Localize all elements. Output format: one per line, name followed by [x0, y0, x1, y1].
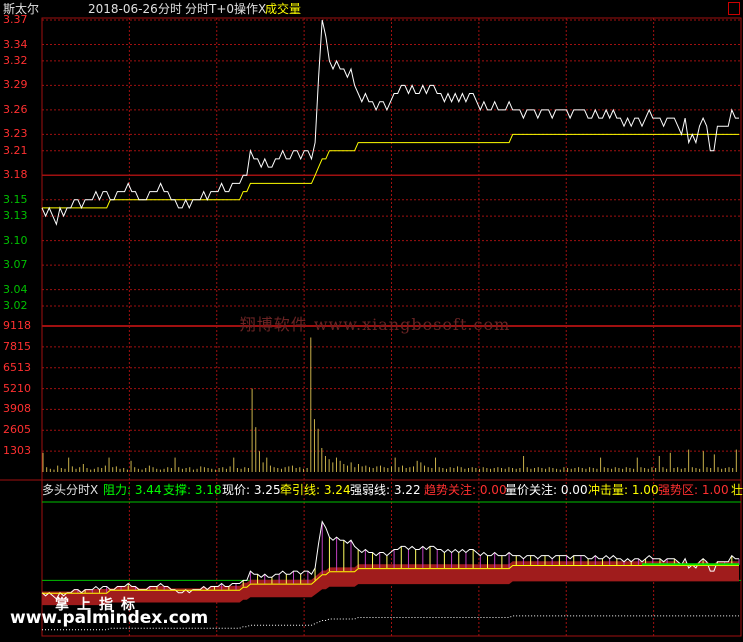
- price-tick-label: 3.02: [3, 299, 28, 312]
- support-value: 支撑: 3.18: [163, 483, 222, 497]
- price-tick-label: 3.29: [3, 78, 28, 92]
- weak-line-value: 强弱线: 3.22: [350, 483, 421, 497]
- strong-zone-value: 强势区: 1.00: [658, 483, 729, 497]
- extra-value: 壮: [731, 483, 743, 497]
- volume-tick-label: 7815: [3, 339, 31, 353]
- chart-header: 斯太尔 2018-06-26 分时 分时T+0操作X 成交量: [0, 0, 743, 18]
- site-watermark: www.palmindex.com: [10, 608, 209, 628]
- price-tick-label: 3.18: [3, 168, 28, 182]
- pull-line-value: 牵引线: 3.24: [280, 483, 351, 497]
- price-tick-label: 3.07: [3, 258, 28, 272]
- volume-tick-label: 6513: [3, 360, 31, 374]
- impact-volume-value: 冲击量: 1.00: [588, 483, 659, 497]
- volprice-watch-value: 量价关注: 0.00: [505, 483, 588, 497]
- indicator-title[interactable]: 多头分时X: [42, 481, 98, 499]
- volume-tick-label: 2605: [3, 423, 31, 437]
- watermark: 翔博软件 www.xiangbosoft.com: [239, 315, 511, 334]
- chart-mode: 分时: [158, 2, 183, 16]
- volume-tick-label: 1303: [3, 444, 31, 458]
- price-tick-label: 3.32: [3, 53, 28, 67]
- price-tick-label: 3.26: [3, 102, 28, 116]
- resist-value: 阻力: 3.44: [103, 483, 162, 497]
- price-value: 现价: 3.25: [222, 483, 281, 497]
- volume-label[interactable]: 成交量: [265, 0, 301, 18]
- restore-icon[interactable]: [728, 2, 740, 15]
- price-line: [41, 19, 739, 226]
- chart-date: 2018-06-26: [88, 2, 158, 16]
- price-tick-label: 3.21: [3, 143, 28, 157]
- volume-tick-label: 9118: [3, 319, 31, 332]
- price-tick-label: 3.10: [3, 233, 28, 247]
- strong-zone-band: [42, 561, 739, 606]
- price-tick-label: 3.04: [3, 282, 28, 296]
- volume-tick-label: 5210: [3, 381, 31, 395]
- indicator-price-line: [41, 520, 739, 600]
- avg-price-line: [42, 133, 739, 209]
- indicator-name[interactable]: 分时T+0操作X: [185, 0, 266, 18]
- price-tick-label: 3.37: [3, 13, 28, 26]
- indicator-bar: 多头分时X 阻力: 3.44 支撑: 3.18 现价: 3.25 牵引线: 3.…: [0, 481, 743, 499]
- price-tick-label: 3.34: [3, 37, 28, 51]
- volume-tick-label: 3908: [3, 402, 31, 416]
- trend-watch-value: 趋势关注: 0.00: [424, 483, 507, 497]
- price-tick-label: 3.15: [3, 192, 28, 206]
- price-tick-label: 3.13: [3, 209, 28, 223]
- price-tick-label: 3.23: [3, 127, 28, 141]
